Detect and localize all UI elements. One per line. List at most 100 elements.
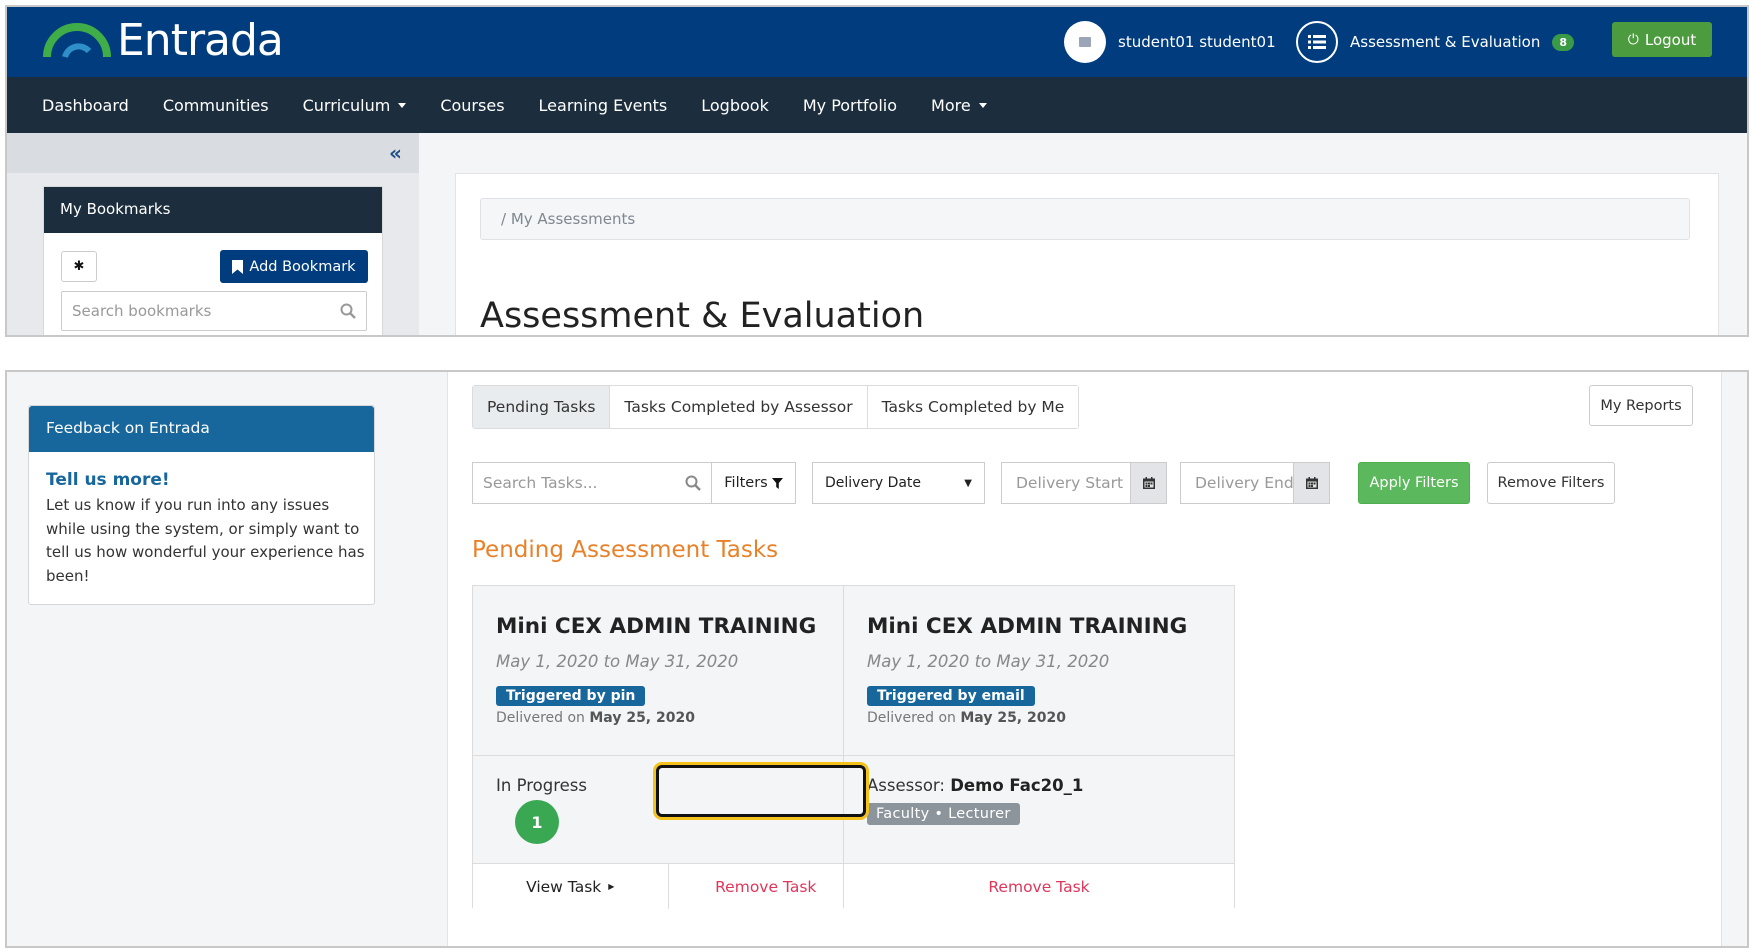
nav-my-portfolio[interactable]: My Portfolio: [803, 96, 897, 115]
main-content-top: / My Assessments Assessment & Evaluation: [455, 173, 1719, 336]
my-reports-button[interactable]: My Reports: [1589, 385, 1693, 426]
delivered-prefix: Delivered on: [867, 710, 956, 726]
delivery-end-input[interactable]: Delivery End: [1180, 462, 1294, 504]
top-screenshot-panel: Entrada student01 student01 Assessment &…: [5, 5, 1749, 337]
entrada-logo[interactable]: Entrada: [43, 15, 284, 66]
user-name: student01 student01: [1118, 33, 1276, 51]
delivery-date-select[interactable]: Delivery Date ▼: [812, 462, 985, 504]
assessor-prefix: Assessor:: [867, 776, 945, 795]
page-title: Assessment & Evaluation: [480, 296, 925, 336]
logout-button[interactable]: ⏻ Logout: [1612, 22, 1712, 57]
add-bookmark-button[interactable]: Add Bookmark: [220, 250, 368, 283]
task-dates: May 1, 2020 to May 31, 2020: [496, 652, 739, 671]
view-task-label: View Task: [526, 877, 602, 896]
top-header-bar: Entrada student01 student01 Assessment &…: [7, 7, 1747, 77]
view-task-button[interactable]: View Task ▶: [473, 864, 669, 909]
gear-icon[interactable]: ✱: [61, 251, 97, 282]
power-icon: ⏻: [1627, 31, 1639, 48]
assessor-name: Demo Fac20_1: [950, 776, 1084, 795]
feedback-title-link[interactable]: Tell us more!: [46, 470, 170, 490]
main-content-tasks: Pending Tasks Tasks Completed by Assesso…: [447, 372, 1722, 946]
nav-curriculum[interactable]: Curriculum: [303, 96, 407, 115]
nav-dashboard[interactable]: Dashboard: [42, 96, 129, 115]
delivered-info: Delivered on May 25, 2020: [867, 710, 1066, 726]
assessor-info: Assessor: Demo Fac20_1: [867, 776, 1083, 795]
brand-name: Entrada: [117, 15, 284, 66]
nav-learning-events[interactable]: Learning Events: [539, 96, 668, 115]
nav-label: Learning Events: [538, 95, 668, 115]
delivery-start-placeholder: Delivery Start: [1016, 474, 1124, 492]
delivered-date: May 25, 2020: [589, 710, 695, 726]
delivery-date-value: Delivery Date: [825, 475, 922, 491]
delivered-info: Delivered on May 25, 2020: [496, 710, 695, 726]
logout-label: Logout: [1644, 30, 1697, 49]
task-card-body: Assessor: Demo Fac20_1 Faculty • Lecture…: [844, 756, 1234, 863]
delivered-date: May 25, 2020: [960, 710, 1066, 726]
apply-filters-button[interactable]: Apply Filters: [1358, 462, 1470, 504]
search-icon: [340, 303, 356, 319]
delivery-end-placeholder: Delivery End: [1195, 474, 1294, 492]
assessor-role-badge: Faculty • Lecturer: [867, 803, 1020, 825]
task-card-footer: Remove Task: [844, 863, 1234, 909]
filters-label: Filters: [724, 475, 768, 491]
nav-logbook[interactable]: Logbook: [701, 96, 769, 115]
filters-button[interactable]: Filters: [712, 462, 796, 504]
task-count-badge: 8: [1552, 33, 1575, 51]
task-card-header: Mini CEX ADMIN TRAINING May 1, 2020 to M…: [473, 586, 863, 756]
calendar-icon[interactable]: [1294, 462, 1330, 504]
remove-task-button[interactable]: Remove Task: [669, 864, 864, 909]
bookmarks-panel: My Bookmarks ✱ Add Bookmark Search bookm…: [43, 186, 383, 335]
remove-filters-button[interactable]: Remove Filters: [1487, 462, 1615, 504]
feedback-header: Feedback on Entrada: [29, 406, 374, 452]
calendar-icon[interactable]: [1131, 462, 1167, 504]
tab-completed-by-assessor[interactable]: Tasks Completed by Assessor: [610, 386, 868, 428]
nav-label: My Portfolio: [802, 95, 898, 115]
task-search-placeholder: Search Tasks...: [483, 474, 598, 492]
filter-bar: Search Tasks... Filters Delivery Date ▼ …: [472, 462, 1692, 504]
task-tabs: Pending Tasks Tasks Completed by Assesso…: [472, 385, 1080, 429]
entrada-arc-icon: [43, 22, 111, 58]
caret-down-icon: [398, 102, 407, 108]
search-icon: [685, 475, 701, 491]
bookmark-icon: [232, 259, 244, 274]
ae-link-label: Assessment & Evaluation: [1350, 33, 1541, 51]
nav-courses[interactable]: Courses: [440, 96, 504, 115]
nav-label: More: [931, 95, 971, 115]
user-menu[interactable]: student01 student01: [1064, 21, 1276, 63]
caret-down-icon: [978, 102, 987, 108]
select-arrow-icon: ▼: [964, 477, 972, 489]
task-card-footer: View Task ▶ Remove Task: [473, 863, 863, 909]
progress-count-badge: 1: [515, 800, 559, 844]
nav-label: Communities: [162, 95, 269, 115]
nav-label: Dashboard: [42, 95, 129, 115]
caret-right-icon: ▶: [608, 882, 615, 891]
assessment-evaluation-link[interactable]: Assessment & Evaluation 8: [1296, 21, 1575, 63]
task-search-input[interactable]: Search Tasks...: [472, 462, 712, 504]
task-status: In Progress: [496, 776, 587, 795]
bookmark-search-input[interactable]: Search bookmarks: [61, 291, 367, 331]
trigger-badge: Triggered by pin: [496, 686, 646, 706]
bottom-screenshot-panel: Feedback on Entrada Tell us more! Let us…: [5, 370, 1749, 948]
add-bookmark-label: Add Bookmark: [249, 258, 356, 275]
nav-communities[interactable]: Communities: [163, 96, 269, 115]
bookmarks-title: My Bookmarks: [44, 187, 382, 233]
left-sidebar: « My Bookmarks ✱ Add Bookmark Search boo…: [7, 133, 419, 335]
breadcrumb[interactable]: / My Assessments: [480, 198, 1690, 240]
tab-completed-by-me[interactable]: Tasks Completed by Me: [867, 386, 1079, 428]
task-title: Mini CEX ADMIN TRAINING: [867, 614, 1188, 639]
task-card-header: Mini CEX ADMIN TRAINING May 1, 2020 to M…: [844, 586, 1234, 756]
delivery-start-input[interactable]: Delivery Start: [1001, 462, 1131, 504]
tab-pending-tasks[interactable]: Pending Tasks: [473, 386, 611, 428]
bookmark-search-placeholder: Search bookmarks: [72, 302, 212, 320]
nav-label: Courses: [440, 95, 505, 115]
task-card: Mini CEX ADMIN TRAINING May 1, 2020 to M…: [843, 585, 1235, 909]
nav-label: Logbook: [701, 95, 769, 115]
double-chevron-left-icon[interactable]: «: [389, 141, 402, 165]
trigger-badge: Triggered by email: [867, 686, 1035, 706]
main-navigation: Dashboard Communities Curriculum Courses…: [7, 77, 1747, 133]
nav-more[interactable]: More: [931, 96, 987, 115]
remove-task-button[interactable]: Remove Task: [844, 864, 1234, 909]
task-card-body: In Progress 1: [473, 756, 863, 863]
user-avatar: [1064, 21, 1106, 63]
feedback-panel: Feedback on Entrada Tell us more! Let us…: [28, 405, 375, 605]
